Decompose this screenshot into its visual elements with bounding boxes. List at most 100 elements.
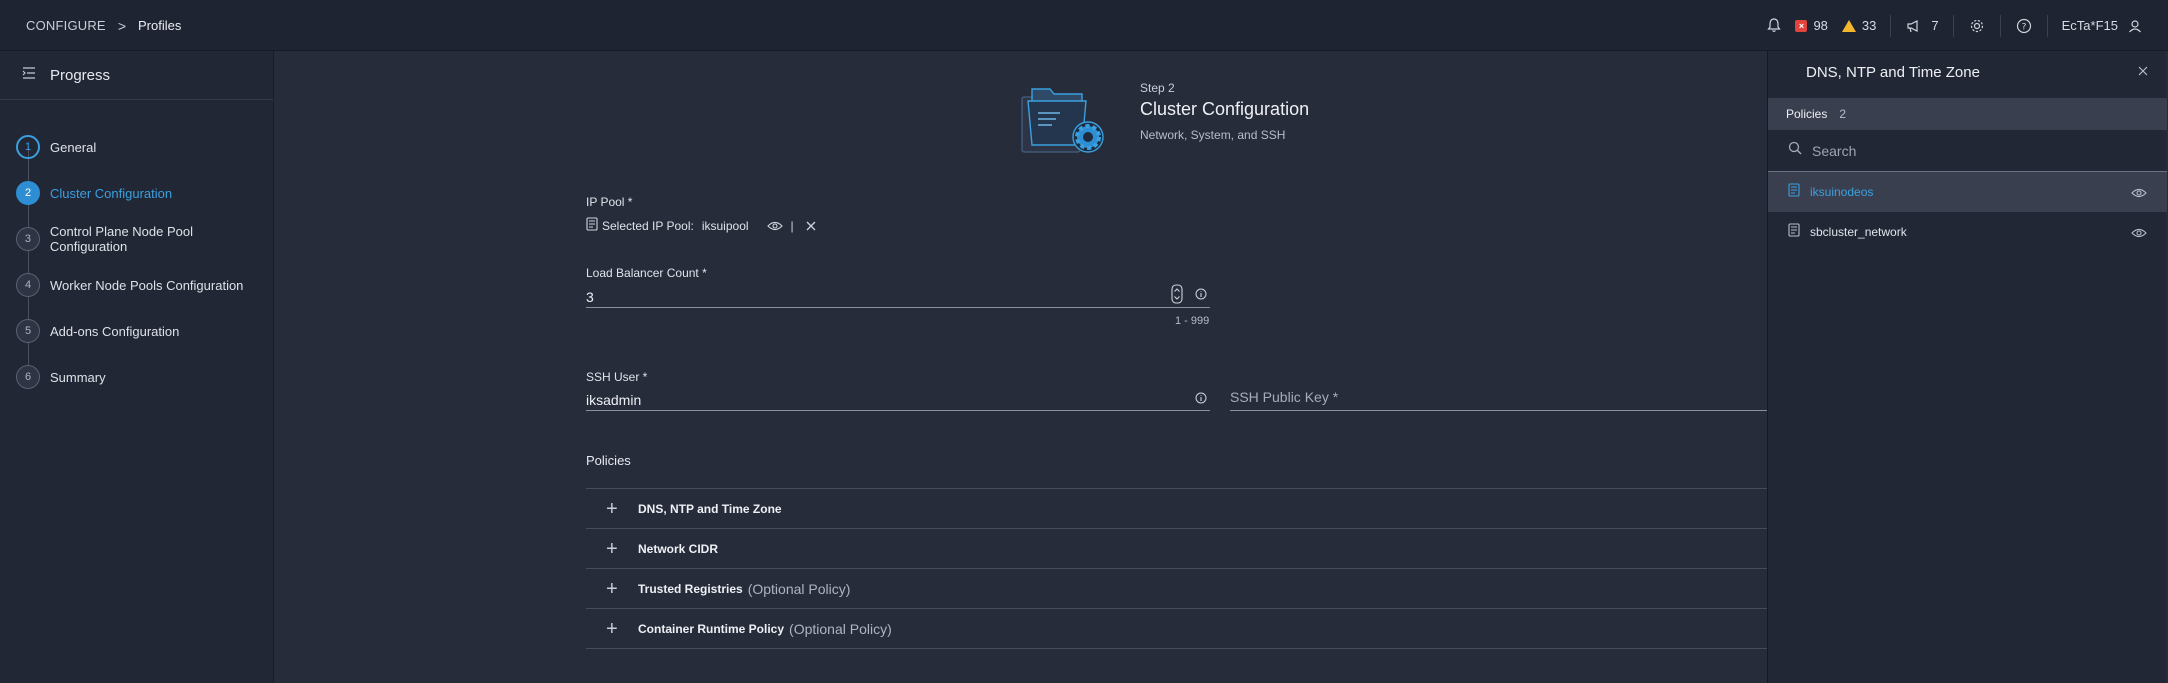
- close-icon[interactable]: [806, 221, 816, 231]
- search-icon: [1788, 141, 1802, 160]
- step-worker-node-pools[interactable]: 4 Worker Node Pools Configuration: [0, 262, 273, 308]
- stepper-icon[interactable]: [1171, 284, 1183, 309]
- plus-icon[interactable]: +: [606, 619, 636, 639]
- policy-selection-panel: DNS, NTP and Time Zone Policies 2 Search…: [1767, 51, 2167, 683]
- user-name: EcTa*F15: [2061, 18, 2118, 33]
- load-balancer-count-input[interactable]: 3: [586, 289, 594, 305]
- policy-name: Network CIDR: [638, 541, 719, 556]
- step-addons[interactable]: 5 Add-ons Configuration: [0, 308, 273, 354]
- close-icon[interactable]: [2138, 63, 2148, 81]
- policy-row-container-runtime[interactable]: + Container Runtime Policy (Optional Pol…: [586, 608, 1767, 648]
- step-summary[interactable]: 6 Summary: [0, 354, 273, 400]
- input-underline: [586, 410, 1210, 411]
- divider: |: [790, 218, 794, 233]
- load-balancer-range-hint: 1 - 999: [1175, 315, 1210, 327]
- policy-name: Trusted Registries: [638, 581, 743, 596]
- step-label: Add-ons Configuration: [50, 323, 180, 339]
- step-label: General: [50, 139, 97, 155]
- policy-item-iksuinodeos[interactable]: iksuinodeos: [1768, 172, 2167, 212]
- policy-row-network-cidr[interactable]: + Network CIDR: [586, 528, 1767, 568]
- ssh-user-label: SSH User *: [586, 370, 648, 384]
- document-icon: [586, 217, 598, 234]
- policy-name: DNS, NTP and Time Zone: [638, 501, 782, 516]
- main-content: Step 2 Cluster Configuration Network, Sy…: [275, 51, 1767, 683]
- panel-search[interactable]: Search: [1768, 130, 2167, 172]
- announcement-count: 7: [1931, 18, 1939, 33]
- panel-title: DNS, NTP and Time Zone: [1806, 64, 1980, 81]
- step-general[interactable]: 1 General: [0, 124, 273, 170]
- bell-icon[interactable]: [1765, 17, 1783, 35]
- megaphone-icon: [1905, 17, 1923, 35]
- step-label: Step 2: [1140, 81, 1175, 95]
- ip-pool-selection: Selected IP Pool: iksuipool |: [586, 217, 816, 234]
- warning-alarms[interactable]: 33: [1841, 18, 1877, 33]
- tab-policies-label: Policies: [1786, 107, 1828, 121]
- policy-name: Container Runtime Policy: [638, 621, 785, 636]
- step-title: Cluster Configuration: [1140, 99, 1310, 119]
- step-number: 2: [16, 181, 40, 205]
- divider: [1952, 14, 1954, 37]
- collapse-menu-icon[interactable]: [22, 66, 36, 84]
- top-bar: CONFIGURE > Profiles × 98 33 7 ? EcTa*F1…: [0, 0, 2168, 51]
- policy-row-trusted-registries[interactable]: + Trusted Registries (Optional Policy): [586, 568, 1767, 608]
- step-number: 3: [16, 227, 40, 251]
- eye-icon[interactable]: [2131, 185, 2147, 203]
- selected-ip-pool-label: Selected IP Pool:: [602, 218, 694, 233]
- search-input[interactable]: Search: [1812, 143, 1856, 159]
- critical-alarms[interactable]: × 98: [1795, 18, 1828, 33]
- load-balancer-label: Load Balancer Count *: [586, 266, 707, 280]
- user-menu[interactable]: EcTa*F15: [2062, 17, 2144, 35]
- ssh-public-key-input[interactable]: SSH Public Key *: [1230, 389, 1338, 405]
- policies-title: Policies: [586, 453, 631, 468]
- policy-item-sbcluster-network[interactable]: sbcluster_network: [1768, 212, 2167, 252]
- divider: [1999, 14, 2001, 37]
- policy-row-dns-ntp[interactable]: + DNS, NTP and Time Zone: [586, 488, 1767, 528]
- progress-sidebar: Progress 1 General 2 Cluster Configurati…: [0, 51, 274, 683]
- eye-icon[interactable]: [2131, 225, 2147, 243]
- step-label: Control Plane Node Pool Configuration: [49, 224, 193, 254]
- divider: [2046, 14, 2048, 37]
- header-actions: × 98 33 7 ? EcTa*F15: [1765, 0, 2144, 51]
- plus-icon[interactable]: +: [606, 499, 636, 519]
- ssh-user-input[interactable]: iksadmin: [586, 392, 641, 408]
- step-number: 6: [16, 365, 40, 389]
- step-number: 4: [16, 273, 40, 297]
- gear-icon[interactable]: [1968, 17, 1986, 35]
- info-icon[interactable]: [1195, 391, 1207, 409]
- step-control-plane[interactable]: 3 Control Plane Node Pool Configuration: [0, 216, 273, 262]
- divider: [1890, 14, 1892, 37]
- warning-icon: [1841, 19, 1856, 32]
- plus-icon[interactable]: +: [606, 579, 636, 599]
- breadcrumb-configure[interactable]: CONFIGURE: [26, 18, 106, 33]
- policies-tab[interactable]: Policies 2: [1768, 98, 2167, 130]
- info-icon[interactable]: [1195, 287, 1207, 305]
- progress-header: Progress: [0, 51, 273, 100]
- critical-alarm-icon: ×: [1795, 19, 1808, 32]
- user-icon: [2126, 17, 2144, 35]
- step-cluster-configuration[interactable]: 2 Cluster Configuration: [0, 170, 273, 216]
- policy-item-name: sbcluster_network: [1810, 225, 1907, 239]
- policy-optional: (Optional Policy): [789, 620, 892, 637]
- ip-pool-label: IP Pool *: [586, 195, 633, 209]
- plus-icon[interactable]: +: [606, 539, 636, 559]
- step-label: Worker Node Pools Configuration: [50, 277, 244, 293]
- svg-text:?: ?: [2021, 22, 2026, 32]
- warning-alarm-count: 33: [1861, 18, 1877, 33]
- input-underline: [586, 307, 1210, 308]
- breadcrumb: CONFIGURE > Profiles: [26, 0, 181, 51]
- policy-item-name: iksuinodeos: [1810, 185, 1874, 199]
- document-icon: [1788, 182, 1800, 202]
- divider: [586, 648, 1767, 649]
- step-subtitle: Network, System, and SSH: [1140, 128, 1286, 142]
- cluster-config-illustration: [1020, 79, 1130, 169]
- tab-policies-count: 2: [1839, 107, 1847, 121]
- eye-icon[interactable]: [766, 221, 783, 231]
- breadcrumb-profiles[interactable]: Profiles: [138, 18, 181, 33]
- step-number: 1: [16, 135, 40, 159]
- breadcrumb-separator: >: [117, 17, 126, 34]
- step-number: 5: [16, 319, 40, 343]
- announcements[interactable]: 7: [1905, 17, 1939, 35]
- input-underline: [1230, 410, 1767, 411]
- step-label: Cluster Configuration: [50, 185, 173, 201]
- help-icon[interactable]: ?: [2015, 17, 2033, 35]
